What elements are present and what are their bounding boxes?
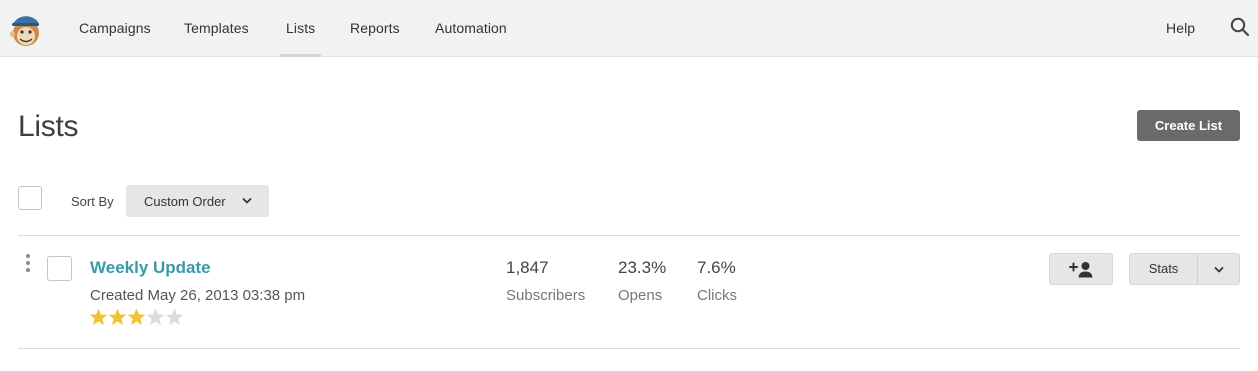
nav-help[interactable]: Help: [1166, 0, 1195, 57]
divider: [18, 348, 1240, 349]
stats-dropdown-toggle[interactable]: [1197, 253, 1240, 285]
star-filled-icon: [108, 308, 127, 326]
star-empty-icon: [165, 308, 184, 326]
clicks-label: Clicks: [697, 287, 737, 304]
chevron-down-icon: [242, 198, 252, 204]
list-created-date: Created May 26, 2013 03:38 pm: [90, 287, 306, 304]
subscribers-count: 1,847: [506, 258, 549, 277]
list-rating: [89, 307, 184, 331]
subscribers-label: Subscribers: [506, 287, 586, 304]
add-user-icon: [1069, 262, 1093, 278]
clicks-rate: 7.6%: [697, 258, 736, 277]
list-name-link[interactable]: Weekly Update: [90, 258, 211, 278]
drag-handle-icon[interactable]: [25, 254, 31, 276]
chevron-down-icon: [1214, 267, 1224, 273]
opens-label: Opens: [618, 287, 663, 304]
freddie-logo-icon[interactable]: [9, 12, 42, 48]
star-filled-icon: [127, 308, 146, 326]
add-subscriber-button[interactable]: [1049, 253, 1113, 285]
nav-lists[interactable]: Lists: [279, 0, 322, 57]
sort-by-label: Sort By: [71, 194, 114, 209]
sort-order-dropdown[interactable]: Custom Order: [126, 185, 269, 217]
search-icon[interactable]: [1230, 17, 1250, 37]
create-list-button[interactable]: Create List: [1137, 110, 1240, 141]
sort-order-value: Custom Order: [144, 194, 226, 209]
select-all-checkbox[interactable]: [18, 186, 42, 210]
top-navigation: Campaigns Templates Lists Reports Automa…: [0, 0, 1258, 57]
opens-rate: 23.3%: [618, 258, 667, 277]
star-empty-icon: [146, 308, 165, 326]
nav-reports[interactable]: Reports: [350, 0, 400, 57]
nav-templates[interactable]: Templates: [184, 0, 249, 57]
nav-automation[interactable]: Automation: [435, 0, 507, 57]
stats-button[interactable]: Stats: [1129, 253, 1198, 285]
star-filled-icon: [89, 308, 108, 326]
list-row-checkbox[interactable]: [47, 256, 72, 281]
page-title: Lists: [18, 110, 79, 143]
divider: [18, 235, 1240, 236]
nav-campaigns[interactable]: Campaigns: [79, 0, 151, 57]
